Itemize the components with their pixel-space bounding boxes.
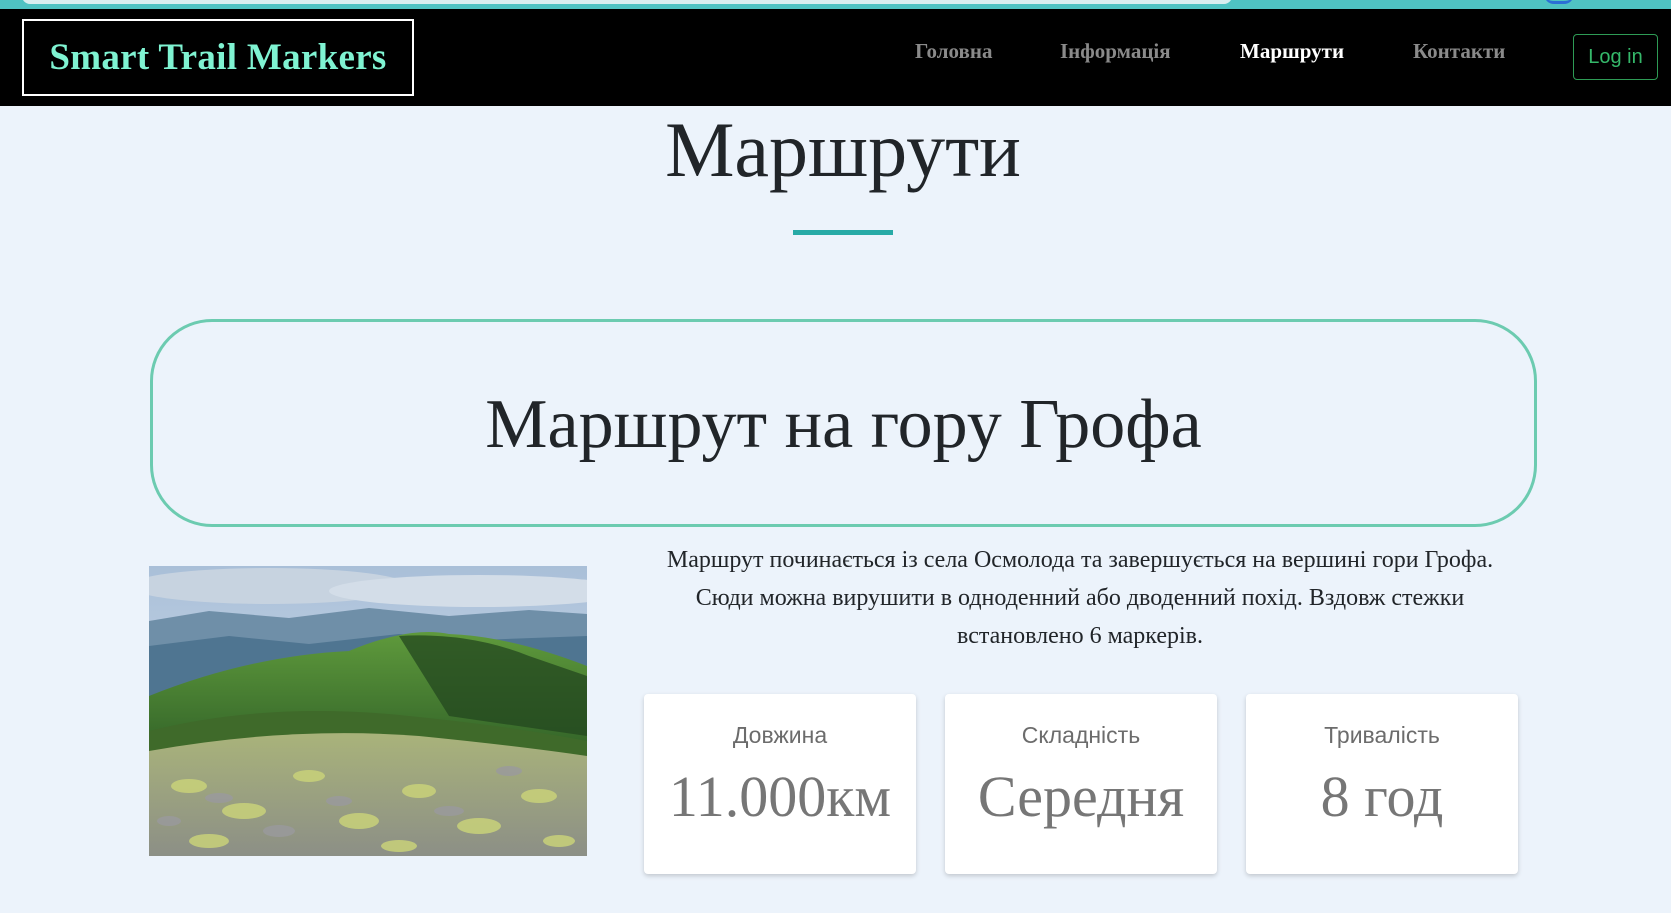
brand-logo[interactable]: Smart Trail Markers (22, 19, 414, 96)
browser-top-strip (0, 0, 1671, 9)
route-photo (149, 566, 587, 856)
route-title-box: Маршрут на гору Грофа (150, 319, 1537, 527)
nav-link-home[interactable]: Головна (915, 39, 992, 69)
login-button[interactable]: Log in (1573, 34, 1658, 80)
stat-card-duration: Тривалість 8 год (1246, 694, 1518, 874)
browser-edge-icon (1544, 0, 1574, 4)
nav-link-routes[interactable]: Маршрути (1240, 39, 1344, 69)
nav-link-contacts[interactable]: Контакти (1413, 39, 1505, 69)
stat-value-length: 11.000км (668, 764, 892, 829)
stat-card-length: Довжина 11.000км (644, 694, 916, 874)
title-underline (793, 230, 893, 235)
navbar: Smart Trail Markers Головна Інформація М… (0, 9, 1671, 106)
top-scroll-thumb[interactable] (22, 0, 1232, 4)
mountain-landscape-image (149, 566, 587, 856)
route-description: Маршрут починається із села Осмолода та … (666, 547, 1494, 649)
page-title: Маршрути (665, 106, 1021, 193)
stat-value-duration: 8 год (1320, 764, 1444, 829)
stat-label-length: Довжина (732, 722, 828, 748)
stat-card-difficulty: Складність Середня (945, 694, 1217, 874)
nav-link-info[interactable]: Інформація (1060, 39, 1171, 69)
stat-label-duration: Тривалість (1324, 722, 1440, 748)
stat-value-difficulty: Середня (977, 764, 1185, 829)
stat-label-difficulty: Складність (1021, 722, 1141, 748)
route-title: Маршрут на гору Грофа (485, 386, 1202, 463)
